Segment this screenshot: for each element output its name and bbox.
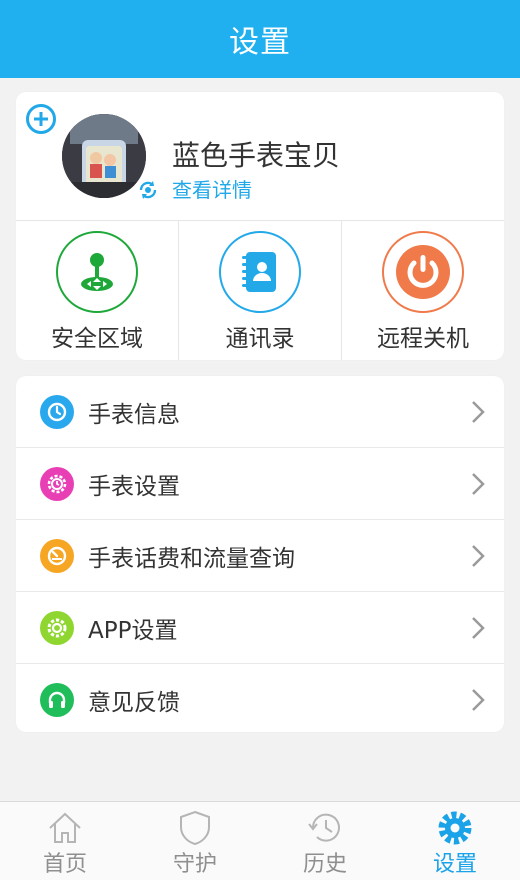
chevron-right-icon [472, 689, 485, 711]
refresh-button[interactable] [136, 178, 160, 202]
avatar-photo [62, 114, 146, 198]
contacts-book-icon [242, 252, 276, 292]
gear-icon [436, 808, 474, 848]
contacts-icon-circle [219, 231, 301, 313]
chevron-right-icon [472, 545, 485, 567]
power-icon [396, 245, 450, 299]
tab-settings[interactable]: 设置 [390, 802, 520, 880]
menu-label-billing-data: 手表话费和流量查询 [88, 545, 295, 572]
contacts-button[interactable]: 通讯录 [178, 221, 341, 360]
headphones-icon [40, 682, 74, 717]
tab-guard[interactable]: 守护 [130, 802, 260, 880]
profile-row: 蓝色手表宝贝 查看详情 [16, 92, 504, 220]
remote-shutdown-button[interactable]: 远程关机 [341, 221, 504, 360]
tab-label-guard: 守护 [172, 852, 217, 877]
shield-icon [177, 808, 213, 848]
settings-menu: 手表信息 手表设置 手表话费和流量查询 APP设置 意见反馈 [16, 376, 504, 732]
menu-label-feedback: 意见反馈 [88, 689, 180, 716]
tab-label-home: 首页 [42, 852, 87, 877]
settings-screen: 设置 蓝色手表宝贝 查看详情 安全区域 通讯录 远程关机 手表信息 手表设置 手… [0, 0, 520, 880]
tab-label-history: 历史 [302, 852, 347, 877]
menu-item-watch-settings[interactable]: 手表设置 [16, 447, 504, 519]
menu-item-watch-info[interactable]: 手表信息 [16, 376, 504, 447]
chevron-right-icon [472, 401, 485, 423]
header-bar: 设置 [0, 0, 520, 78]
menu-item-app-settings[interactable]: APP设置 [16, 591, 504, 663]
tab-history[interactable]: 历史 [260, 802, 390, 880]
watch-settings-icon [40, 466, 74, 501]
refresh-icon [139, 181, 157, 199]
profile-card: 蓝色手表宝贝 查看详情 安全区域 通讯录 远程关机 [16, 92, 504, 360]
page-title: 设置 [229, 25, 291, 60]
bottom-tab-bar: 首页 守护 历史 设置 [0, 801, 520, 880]
remote-shutdown-label: 远程关机 [377, 326, 469, 352]
remote-shutdown-icon-circle [382, 231, 464, 313]
contacts-label: 通讯录 [225, 326, 295, 352]
safe-zone-label: 安全区域 [51, 326, 143, 352]
home-icon [46, 808, 84, 848]
gear-icon [40, 610, 74, 645]
menu-label-watch-settings: 手表设置 [88, 473, 180, 500]
menu-label-app-settings: APP设置 [88, 617, 178, 644]
view-details-link[interactable]: 查看详情 [172, 174, 252, 203]
avatar[interactable] [62, 114, 146, 198]
tab-label-settings: 设置 [432, 852, 477, 877]
chevron-right-icon [472, 473, 485, 495]
tab-home[interactable]: 首页 [0, 802, 130, 880]
watch-icon [40, 394, 74, 429]
safe-zone-icon-circle [56, 231, 138, 313]
safe-zone-button[interactable]: 安全区域 [16, 221, 178, 360]
chevron-right-icon [472, 617, 485, 639]
menu-item-billing-data[interactable]: 手表话费和流量查询 [16, 519, 504, 591]
history-icon [305, 808, 345, 848]
add-device-button[interactable] [26, 104, 56, 134]
menu-label-watch-info: 手表信息 [88, 401, 180, 428]
gauge-icon [40, 538, 74, 573]
device-name: 蓝色手表宝贝 [172, 139, 341, 172]
plus-icon [34, 112, 48, 126]
quick-actions: 安全区域 通讯录 远程关机 [16, 221, 504, 360]
joystick-icon [81, 253, 113, 291]
menu-item-feedback[interactable]: 意见反馈 [16, 663, 504, 735]
